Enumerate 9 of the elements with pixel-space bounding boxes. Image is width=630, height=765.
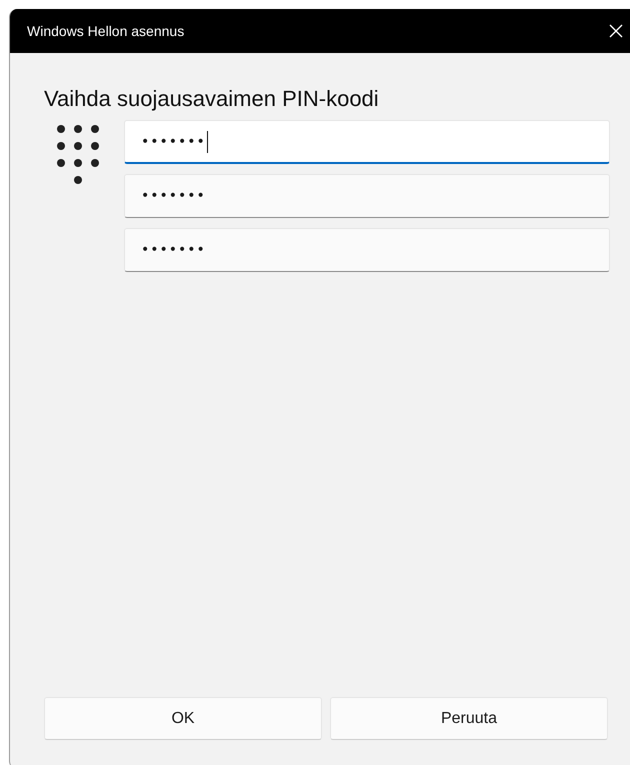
dialog-heading: Vaihda suojausavaimen PIN-koodi [44,86,380,112]
keypad-icon [56,124,100,186]
cancel-button[interactable]: Peruuta [330,697,608,740]
pin-field[interactable]: ••••••• [124,228,610,272]
ok-button[interactable]: OK [44,697,322,740]
close-icon[interactable] [609,24,623,38]
pin-field[interactable]: ••••••• [124,174,610,218]
pin-field[interactable]: ••••••• [124,120,610,164]
window-title: Windows Hellon asennus [27,23,184,39]
